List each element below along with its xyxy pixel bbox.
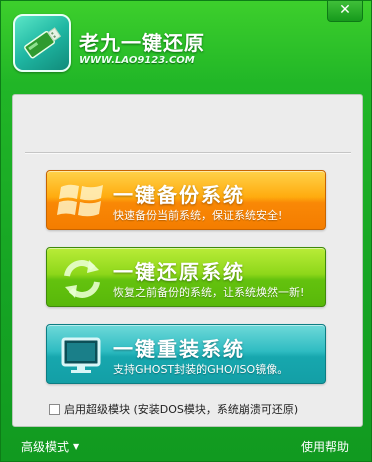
close-button[interactable]: ✕ (327, 1, 363, 22)
app-window: ✕ 老九一键还原 WWW.LAO9123.COM 一键备份系统 快速备份当前系统… (0, 0, 372, 462)
usb-drive-icon (24, 27, 62, 59)
backup-title: 一键备份系统 (113, 183, 245, 207)
reinstall-subtitle: 支持GHOST封装的GHO/ISO镜像。 (113, 363, 289, 376)
reinstall-system-button[interactable]: 一键重装系统 支持GHOST封装的GHO/ISO镜像。 (46, 324, 326, 384)
app-logo (13, 14, 71, 72)
monitor-icon (61, 337, 101, 373)
refresh-icon (64, 260, 100, 298)
reinstall-title: 一键重装系统 (113, 337, 245, 361)
windows-icon (57, 184, 103, 217)
restore-title: 一键还原系统 (113, 260, 245, 284)
main-panel: 一键备份系统 快速备份当前系统，保证系统安全! 一键还原系统 恢复之前备份的系统… (12, 94, 363, 427)
super-module-option[interactable]: 启用超级模块 (安装DOS模块，系统崩溃可还原) (49, 401, 298, 417)
advanced-mode-label: 高级模式 (21, 440, 70, 454)
super-module-label: 启用超级模块 (安装DOS模块，系统崩溃可还原) (64, 403, 299, 416)
app-url: WWW.LAO9123.COM (79, 55, 195, 66)
super-module-checkbox[interactable] (49, 403, 60, 415)
restore-subtitle: 恢复之前备份的系统，让系统焕然一新! (113, 286, 305, 299)
advanced-mode-menu[interactable]: 高级模式 ▼ (21, 438, 79, 455)
help-link[interactable]: 使用帮助 (301, 438, 349, 455)
restore-system-button[interactable]: 一键还原系统 恢复之前备份的系统，让系统焕然一新! (46, 247, 326, 307)
app-title: 老九一键还原 (79, 31, 205, 55)
panel-divider (25, 152, 351, 154)
backup-subtitle: 快速备份当前系统，保证系统安全! (113, 209, 283, 222)
backup-system-button[interactable]: 一键备份系统 快速备份当前系统，保证系统安全! (46, 170, 326, 230)
caret-down-icon: ▼ (73, 442, 80, 451)
